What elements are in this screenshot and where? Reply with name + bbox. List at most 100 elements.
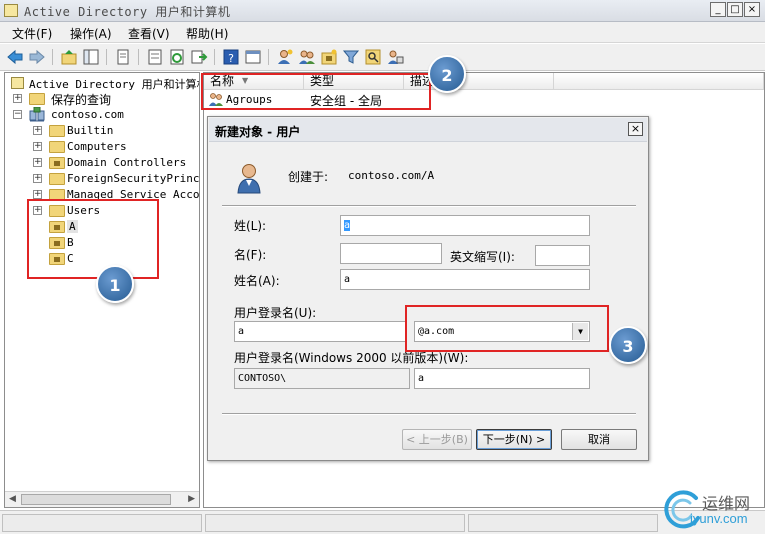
highlight-box-upn xyxy=(405,305,609,352)
dialog-close-button[interactable]: × xyxy=(628,122,643,136)
expand-icon[interactable]: + xyxy=(33,174,42,183)
new-user-dialog: 新建对象 - 用户 × 创建于: contoso.com/A 姓(L): a 名… xyxy=(207,116,649,461)
tree-item-label: Domain Controllers xyxy=(67,156,187,169)
dialog-title-bar: 新建对象 - 用户 × xyxy=(209,118,647,142)
new-group-icon[interactable] xyxy=(298,48,316,66)
find-icon[interactable] xyxy=(364,48,382,66)
logon-name-input[interactable]: a xyxy=(234,321,406,342)
app-icon xyxy=(4,4,18,17)
dialog-title: 新建对象 - 用户 xyxy=(215,125,301,139)
minimize-button[interactable]: _ xyxy=(710,2,726,17)
tree-item-label: Builtin xyxy=(67,124,114,137)
logon-name-label: 用户登录名(U): xyxy=(234,306,317,320)
filter-icon[interactable] xyxy=(342,48,360,66)
collapse-icon[interactable]: − xyxy=(13,110,22,119)
up-folder-icon[interactable] xyxy=(60,48,78,66)
pre2000-domain-field: CONTOSO\ xyxy=(234,368,410,389)
copy-icon[interactable] xyxy=(114,48,132,66)
menu-view[interactable]: 查看(V) xyxy=(128,25,170,42)
last-name-input[interactable]: a xyxy=(340,215,590,236)
scroll-right-icon[interactable]: ▶ xyxy=(188,494,195,504)
pre2000-name-input[interactable]: a xyxy=(414,368,590,389)
column-header-empty xyxy=(554,73,764,90)
pre2000-domain-value: CONTOSO\ xyxy=(238,373,287,384)
logon-name-value: a xyxy=(238,326,245,337)
created-in-value: contoso.com/A xyxy=(348,169,435,182)
status-cell xyxy=(205,514,465,532)
horizontal-scrollbar[interactable]: ◀ ▶ xyxy=(5,491,199,507)
export-icon[interactable] xyxy=(190,48,208,66)
toolbar: ? xyxy=(0,44,765,71)
tree-item-domain-controllers[interactable]: + Domain Controllers xyxy=(29,155,199,171)
expand-icon[interactable]: + xyxy=(33,142,42,151)
folder-icon xyxy=(49,125,65,137)
console-tree-icon[interactable] xyxy=(244,48,262,66)
watermark-url: iyunv.com xyxy=(690,511,748,526)
tree-item-label: ForeignSecurityPrincip xyxy=(67,172,200,185)
pre2000-name-value: a xyxy=(418,373,425,384)
scroll-thumb[interactable] xyxy=(21,494,171,505)
tree-item-label: 保存的查询 xyxy=(51,93,112,107)
created-in-label: 创建于: xyxy=(288,170,329,184)
tree-item-foreign-security[interactable]: + ForeignSecurityPrincip xyxy=(29,171,199,187)
status-cell xyxy=(2,514,202,532)
expand-icon[interactable]: + xyxy=(33,126,42,135)
tree-item-computers[interactable]: + Computers xyxy=(29,139,199,155)
menu-help[interactable]: 帮助(H) xyxy=(186,25,228,42)
svg-text:?: ? xyxy=(228,52,234,65)
tree-root[interactable]: Active Directory 用户和计算机 xyxy=(9,75,199,91)
last-name-label: 姓(L): xyxy=(234,219,267,233)
menu-bar: 文件(F) 操作(A) 查看(V) 帮助(H) xyxy=(0,22,765,43)
expand-icon[interactable]: + xyxy=(33,158,42,167)
initials-label: 英文缩写(I): xyxy=(450,250,515,264)
initials-input[interactable] xyxy=(535,245,590,266)
window-title: Active Directory 用户和计算机 xyxy=(24,5,231,19)
menu-file[interactable]: 文件(F) xyxy=(12,25,52,42)
full-name-label: 姓名(A): xyxy=(234,274,280,288)
help-icon[interactable]: ? xyxy=(222,48,240,66)
expand-icon[interactable]: + xyxy=(33,190,42,199)
properties-icon[interactable] xyxy=(146,48,164,66)
user-icon xyxy=(237,164,261,194)
close-button[interactable]: × xyxy=(744,2,760,17)
highlight-box-ou xyxy=(27,199,159,279)
callout-2: 2 xyxy=(428,55,466,93)
maximize-button[interactable]: □ xyxy=(727,2,743,17)
back-icon[interactable] xyxy=(6,48,24,66)
tree-item-saved-queries[interactable]: + 保存的查询 xyxy=(9,91,199,107)
delegate-icon[interactable] xyxy=(386,48,404,66)
new-user-icon[interactable] xyxy=(276,48,294,66)
back-button[interactable]: < 上一步(B) xyxy=(402,429,472,450)
tree-item-label: Computers xyxy=(67,140,127,153)
menu-action[interactable]: 操作(A) xyxy=(70,25,112,42)
snapin-icon xyxy=(11,77,24,89)
expand-icon[interactable]: + xyxy=(13,94,22,103)
title-bar: Active Directory 用户和计算机 _ □ × xyxy=(0,0,765,22)
status-cell xyxy=(468,514,658,532)
folder-icon xyxy=(49,141,65,153)
last-name-value: a xyxy=(344,220,351,231)
first-name-input[interactable] xyxy=(340,243,442,264)
full-name-input[interactable]: a xyxy=(340,269,590,290)
ou-icon xyxy=(49,157,65,169)
folder-icon xyxy=(29,93,45,105)
tree-item-builtin[interactable]: + Builtin xyxy=(29,123,199,139)
separator xyxy=(222,205,636,207)
tree-item-domain[interactable]: − contoso.com xyxy=(9,107,199,123)
callout-1: 1 xyxy=(96,265,134,303)
forward-icon[interactable] xyxy=(28,48,46,66)
tree-root-label: Active Directory 用户和计算机 xyxy=(29,78,200,91)
first-name-label: 名(F): xyxy=(234,248,267,262)
cancel-button[interactable]: 取消 xyxy=(561,429,637,450)
refresh-icon[interactable] xyxy=(168,48,186,66)
next-button[interactable]: 下一步(N) > xyxy=(476,429,552,450)
full-name-value: a xyxy=(344,274,351,285)
folder-icon xyxy=(49,173,65,185)
highlight-box-group xyxy=(201,73,431,110)
tree-item-label: contoso.com xyxy=(51,108,124,121)
domain-icon xyxy=(29,107,45,122)
show-tree-icon[interactable] xyxy=(82,48,100,66)
scroll-left-icon[interactable]: ◀ xyxy=(9,494,16,504)
watermark: 运维网 iyunv.com xyxy=(660,486,765,532)
new-ou-icon[interactable] xyxy=(320,48,338,66)
